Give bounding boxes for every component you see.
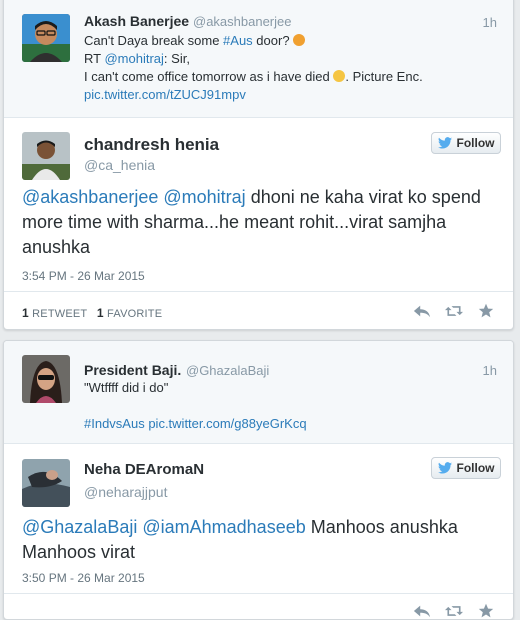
hashtag-link[interactable]: #Aus bbox=[223, 33, 253, 48]
tweet-text: @akashbanerjee @mohitraj dhoni ne kaha v… bbox=[22, 185, 492, 260]
follow-label: Follow bbox=[456, 461, 495, 475]
avatar-photo-icon bbox=[22, 355, 70, 403]
avatar-photo-icon bbox=[22, 459, 70, 507]
rt-prefix: RT bbox=[84, 51, 105, 66]
divider bbox=[4, 291, 513, 292]
text-part: : Sir, bbox=[163, 51, 190, 66]
smiley-emoji-icon bbox=[333, 70, 346, 82]
tweet-text-line-1: "Wtffff did i do" bbox=[84, 380, 169, 395]
favorite-label: FAVORITE bbox=[107, 308, 163, 320]
divider bbox=[4, 593, 513, 594]
text-part: . Picture Enc. bbox=[345, 69, 423, 84]
author-handle[interactable]: @GhazalaBaji bbox=[186, 363, 269, 378]
avatar[interactable] bbox=[22, 355, 70, 403]
retweet-count: 1 bbox=[22, 306, 29, 320]
author-handle[interactable]: @akashbanerjee bbox=[193, 14, 291, 29]
relative-time[interactable]: 1h bbox=[483, 363, 497, 378]
retweet-label: RETWEET bbox=[32, 308, 88, 320]
author-handle[interactable]: @ca_henia bbox=[84, 157, 155, 173]
hashtag-link[interactable]: #IndvsAus bbox=[84, 416, 145, 431]
reply-icon[interactable] bbox=[413, 603, 431, 619]
mention-link[interactable]: @mohitraj bbox=[104, 51, 163, 66]
favorite-count: 1 bbox=[96, 306, 104, 320]
embedded-tweet-card-1: Akash Banerjee @akashbanerjee 1h Can't D… bbox=[3, 0, 514, 330]
reply-icon[interactable] bbox=[413, 303, 431, 319]
mention-link[interactable]: @mohitraj bbox=[163, 187, 245, 207]
retweet-stat[interactable]: 1 RETWEET bbox=[22, 306, 88, 320]
author-name[interactable]: Akash Banerjee bbox=[84, 13, 189, 29]
avatar[interactable] bbox=[22, 132, 70, 180]
tweet-text: @GhazalaBaji @iamAhmadhaseeb Manhoos anu… bbox=[22, 515, 482, 565]
favorite-star-icon[interactable] bbox=[477, 303, 495, 319]
mention-link[interactable]: @GhazalaBaji bbox=[22, 517, 137, 537]
author-name[interactable]: Neha DEAromaN bbox=[84, 461, 204, 478]
avatar-photo-icon bbox=[22, 14, 70, 62]
embedded-tweet-card-2: President Baji. @GhazalaBaji 1h "Wtffff … bbox=[3, 340, 514, 620]
text-part: I can't come office tomorrow as i have d… bbox=[84, 69, 330, 84]
context-tweet: President Baji. @GhazalaBaji 1h "Wtffff … bbox=[4, 341, 513, 444]
tweet-timestamp[interactable]: 3:54 PM - 26 Mar 2015 bbox=[22, 269, 145, 283]
twitter-bird-icon bbox=[437, 137, 452, 149]
favorite-star-icon[interactable] bbox=[477, 603, 495, 619]
mention-link[interactable]: @iamAhmadhaseeb bbox=[142, 517, 305, 537]
tweet-text-line-1: Can't Daya break some #Aus door? bbox=[84, 32, 306, 50]
media-link[interactable]: pic.twitter.com/g88yeGrKcq bbox=[148, 416, 306, 431]
twitter-bird-icon bbox=[437, 462, 452, 474]
author-handle[interactable]: @neharajjput bbox=[84, 484, 168, 500]
author-name[interactable]: chandresh henia bbox=[84, 135, 219, 155]
retweet-icon[interactable] bbox=[445, 603, 463, 619]
relative-time[interactable]: 1h bbox=[483, 15, 497, 30]
avatar[interactable] bbox=[22, 459, 70, 507]
author-name[interactable]: President Baji. bbox=[84, 362, 181, 378]
context-tweet: Akash Banerjee @akashbanerjee 1h Can't D… bbox=[4, 0, 513, 118]
tweet-actions bbox=[413, 303, 495, 319]
tweet-text-line-3: I can't come office tomorrow as i have d… bbox=[84, 68, 423, 86]
mention-link[interactable]: @akashbanerjee bbox=[22, 187, 158, 207]
text-part: Can't Daya break some bbox=[84, 33, 224, 48]
text-part: door? bbox=[252, 33, 290, 48]
follow-label: Follow bbox=[456, 136, 495, 150]
tweet-text-line-2: #IndvsAus pic.twitter.com/g88yeGrKcq bbox=[84, 415, 307, 433]
follow-button[interactable]: Follow bbox=[431, 457, 501, 479]
retweet-icon[interactable] bbox=[445, 303, 463, 319]
follow-button[interactable]: Follow bbox=[431, 132, 501, 154]
avatar-photo-icon bbox=[22, 132, 70, 180]
tweet-text-line-2: RT @mohitraj: Sir, bbox=[84, 50, 190, 68]
avatar[interactable] bbox=[22, 14, 70, 62]
angry-face-emoji-icon bbox=[293, 34, 306, 46]
media-link[interactable]: pic.twitter.com/tZUCJ91mpv bbox=[84, 86, 246, 104]
tweet-actions bbox=[413, 603, 495, 619]
tweet-timestamp[interactable]: 3:50 PM - 26 Mar 2015 bbox=[22, 571, 145, 585]
tweet-stats: 1 RETWEET 1 FAVORITE bbox=[22, 306, 162, 320]
favorite-stat[interactable]: 1 FAVORITE bbox=[96, 306, 163, 320]
